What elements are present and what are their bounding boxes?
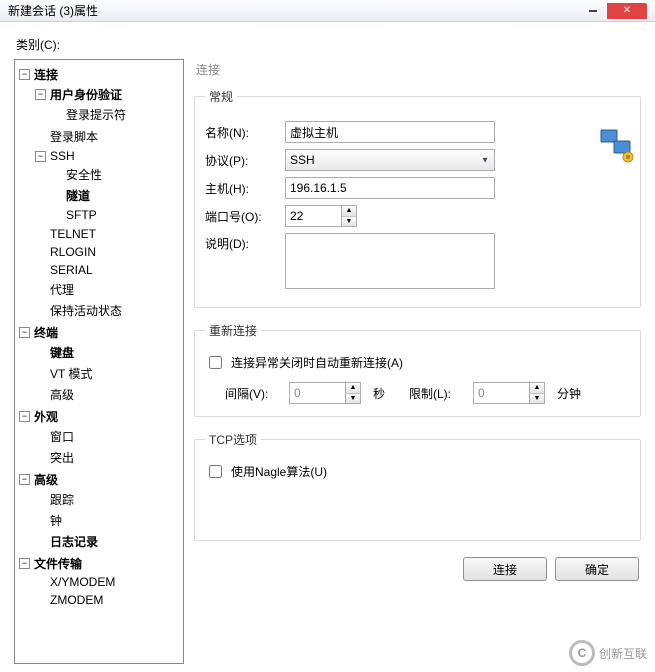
tree-item-filetransfer[interactable]: − 文件传输 [17,554,181,573]
host-input[interactable] [285,177,495,199]
collapse-icon[interactable]: − [35,151,46,162]
tree-item-appearance[interactable]: − 外观 [17,407,181,426]
interval-unit: 秒 [373,385,397,402]
tree-item-logon[interactable]: − 用户身份验证 [33,85,181,104]
limit-label: 限制(L): [409,385,461,402]
name-label: 名称(N): [205,124,277,141]
tree-item-keyboard[interactable]: 键盘 [33,343,181,362]
protocol-select[interactable]: SSH [285,149,495,171]
tree-item-telnet[interactable]: TELNET [33,226,181,242]
panel-header: 连接 [194,59,641,84]
tree-item-logon-prompt[interactable]: 登录提示符 [49,105,181,124]
tree-item-serial[interactable]: SERIAL [33,262,181,278]
port-input[interactable] [285,205,341,227]
tree-item-connection[interactable]: − 连接 [17,65,181,84]
nagle-checkbox[interactable] [209,465,222,478]
reconnect-group: 重新连接 连接异常关闭时自动重新连接(A) 间隔(V): ▲ ▼ [194,322,641,417]
spin-down-icon[interactable]: ▼ [342,217,356,227]
minimize-button[interactable] [579,3,607,19]
window-title: 新建会话 (3)属性 [8,2,98,19]
collapse-icon[interactable]: − [19,558,30,569]
spin-up-icon[interactable]: ▲ [342,206,356,217]
spin-up-icon[interactable]: ▲ [530,383,544,394]
ok-button[interactable]: 确定 [555,557,639,581]
protocol-label: 协议(P): [205,152,277,169]
interval-label: 间隔(V): [225,385,277,402]
collapse-icon[interactable]: − [35,89,46,100]
nagle-label: 使用Nagle算法(U) [231,463,327,480]
auto-reconnect-checkbox[interactable] [209,356,222,369]
general-group: 常规 名称(N): 协议(P): [194,88,641,308]
collapse-icon[interactable]: − [19,411,30,422]
tcp-legend: TCP选项 [205,431,261,448]
tree-item-terminal[interactable]: − 终端 [17,323,181,342]
tree-item-security[interactable]: 安全性 [49,165,181,184]
tree-item-bell[interactable]: 钟 [33,511,181,530]
collapse-icon[interactable]: − [19,69,30,80]
tree-item-logon-script[interactable]: 登录脚本 [33,127,181,146]
collapse-icon[interactable]: − [19,327,30,338]
tree-item-advanced[interactable]: − 高级 [17,470,181,489]
interval-input[interactable] [289,382,345,404]
tree-item-proxy[interactable]: 代理 [33,280,181,299]
tree-item-trace[interactable]: 跟踪 [33,490,181,509]
auto-reconnect-label: 连接异常关闭时自动重新连接(A) [231,354,403,371]
interval-spinner[interactable]: ▲ ▼ [345,382,361,404]
tree-item-terminal-advanced[interactable]: 高级 [33,385,181,404]
host-label: 主机(H): [205,180,277,197]
tree-item-logging[interactable]: 日志记录 [33,532,181,551]
spin-up-icon[interactable]: ▲ [346,383,360,394]
tree-item-sftp[interactable]: SFTP [49,207,181,223]
spin-down-icon[interactable]: ▼ [530,394,544,404]
tree-item-zmodem[interactable]: ZMODEM [33,592,181,608]
tree-item-xymodem[interactable]: X/YMODEM [33,574,181,590]
description-label: 说明(D): [205,233,277,252]
name-input[interactable] [285,121,495,143]
description-input[interactable] [285,233,495,289]
tree-item-rlogin[interactable]: RLOGIN [33,244,181,260]
tree-item-vtmode[interactable]: VT 模式 [33,364,181,383]
tree-item-highlight[interactable]: 突出 [33,448,181,467]
tree-item-window[interactable]: 窗口 [33,427,181,446]
tree-item-keepalive[interactable]: 保持活动状态 [33,301,181,320]
tcp-group: TCP选项 使用Nagle算法(U) [194,431,641,541]
reconnect-legend: 重新连接 [205,322,261,339]
titlebar: 新建会话 (3)属性 ✕ [0,0,655,22]
collapse-icon[interactable]: − [19,474,30,485]
port-spinner[interactable]: ▲ ▼ [341,205,357,227]
spin-down-icon[interactable]: ▼ [346,394,360,404]
limit-spinner[interactable]: ▲ ▼ [529,382,545,404]
category-label: 类别(C): [16,36,641,53]
limit-input[interactable] [473,382,529,404]
port-label: 端口号(O): [205,208,277,225]
tree-item-tunnel[interactable]: 隧道 [49,186,181,205]
limit-unit: 分钟 [557,385,581,402]
general-legend: 常规 [205,88,237,105]
tree-item-ssh[interactable]: − SSH [33,148,181,164]
category-tree[interactable]: − 连接 − 用户身份验证 登录提示符 [14,59,184,664]
close-button[interactable]: ✕ [607,3,647,19]
connect-button[interactable]: 连接 [463,557,547,581]
